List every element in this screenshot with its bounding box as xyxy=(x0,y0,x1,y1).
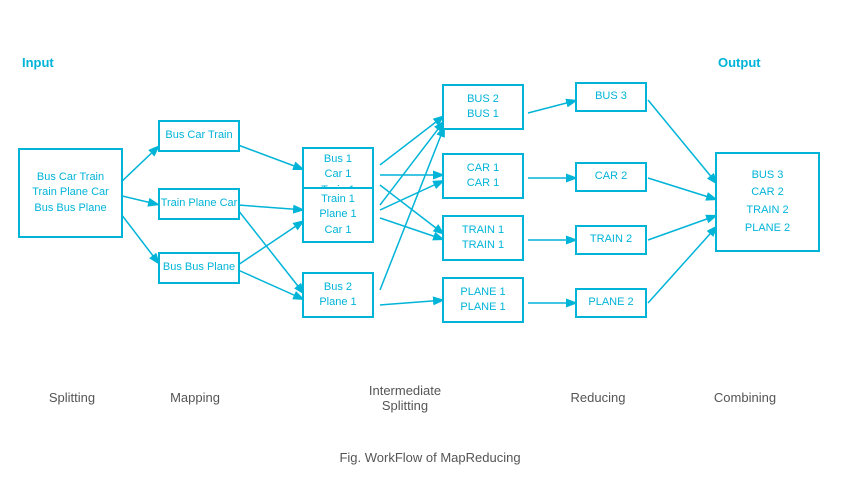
reduce-box-1: BUS 3 xyxy=(575,82,647,112)
reduce-box-4: PLANE 2 xyxy=(575,288,647,318)
combining-label: Combining xyxy=(700,390,790,405)
split-box-3: Bus 2Plane 1 xyxy=(302,272,374,318)
output-label: Output xyxy=(718,55,761,70)
inter-box-1: BUS 2BUS 1 xyxy=(442,84,524,130)
input-box: Bus Car TrainTrain Plane CarBus Bus Plan… xyxy=(18,148,123,238)
map-box-2: Train Plane Car xyxy=(158,188,240,220)
reduce-box-2: CAR 2 xyxy=(575,162,647,192)
reducing-label: Reducing xyxy=(558,390,638,405)
split-box-2: Train 1Plane 1Car 1 xyxy=(302,187,374,243)
inter-box-3: TRAIN 1TRAIN 1 xyxy=(442,215,524,261)
inter-box-4: PLANE 1PLANE 1 xyxy=(442,277,524,323)
fig-label: Fig. WorkFlow of MapReducing xyxy=(270,450,590,465)
input-label: Input xyxy=(22,55,54,70)
splitting-label: Splitting xyxy=(32,390,112,405)
reduce-box-3: TRAIN 2 xyxy=(575,225,647,255)
mapping-label: Mapping xyxy=(155,390,235,405)
intermediate-splitting-label: IntermediateSplitting xyxy=(355,383,455,413)
map-box-3: Bus Bus Plane xyxy=(158,252,240,284)
output-box: BUS 3CAR 2TRAIN 2PLANE 2 xyxy=(715,152,820,252)
map-box-1: Bus Car Train xyxy=(158,120,240,152)
inter-box-2: CAR 1CAR 1 xyxy=(442,153,524,199)
